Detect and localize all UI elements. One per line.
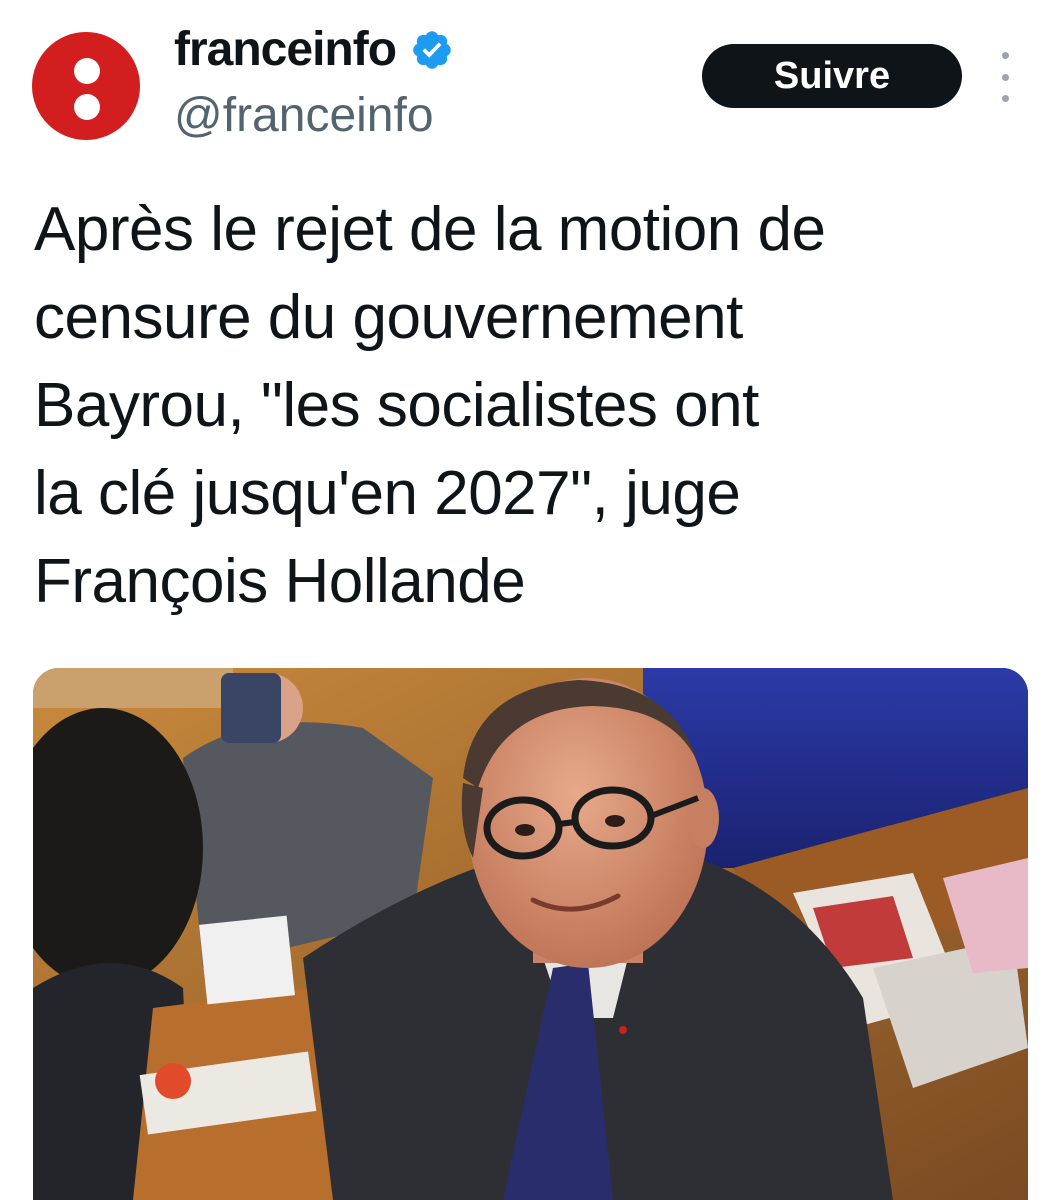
tweet-text-line: Après le rejet de la motion de xyxy=(34,195,826,264)
tweet-text-line: la clé jusqu'en 2027", juge xyxy=(34,459,741,528)
more-dot xyxy=(1001,73,1009,81)
tweet-text-line: censure du gouvernement xyxy=(34,283,743,352)
account-handle[interactable]: @franceinfo xyxy=(174,88,434,144)
tweet-text-line: Bayrou, "les socialistes ont xyxy=(34,371,759,440)
display-name[interactable]: franceinfo xyxy=(174,22,397,78)
follow-button[interactable]: Suivre xyxy=(702,44,962,108)
photo-illustration xyxy=(33,668,1028,1200)
avatar[interactable] xyxy=(32,32,140,140)
verified-badge-icon xyxy=(413,31,451,69)
more-options-icon[interactable] xyxy=(990,52,1020,102)
tweet-text-line: François Hollande xyxy=(34,547,526,616)
tweet-text: Après le rejet de la motion de censure d… xyxy=(34,186,1014,626)
more-dot xyxy=(1001,52,1009,59)
more-dot xyxy=(1001,95,1009,102)
tweet-card: franceinfo @franceinfo Suivre Après le r… xyxy=(0,0,1060,1200)
tweet-photo[interactable] xyxy=(33,668,1028,1200)
logo-dot-top xyxy=(74,58,100,84)
display-name-row[interactable]: franceinfo xyxy=(174,22,454,78)
logo-dot-bottom xyxy=(74,94,100,120)
